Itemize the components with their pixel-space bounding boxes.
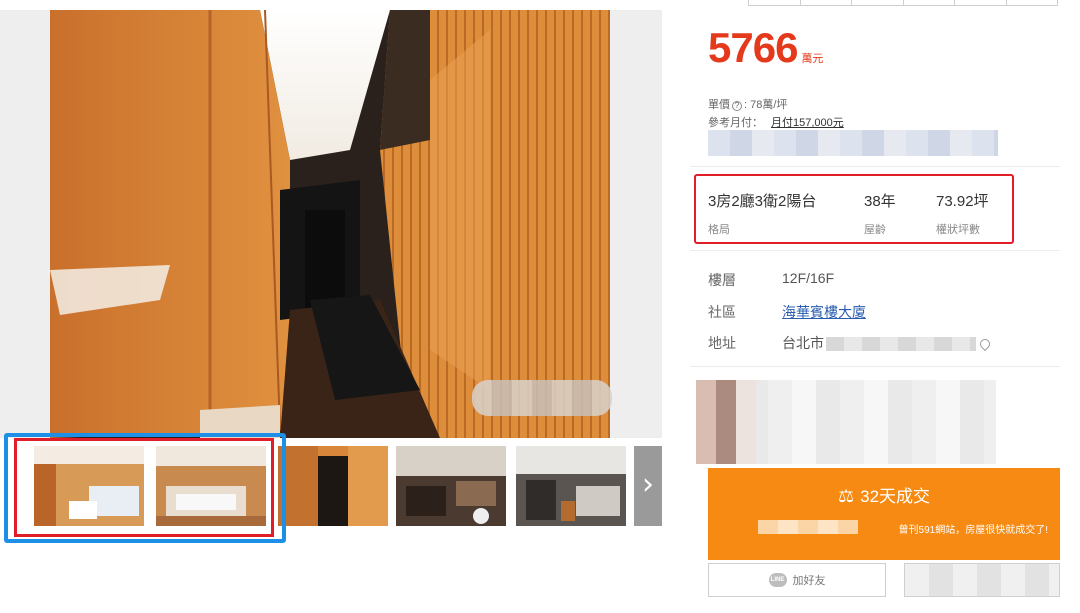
next-thumbnail-button[interactable]: › <box>634 446 662 526</box>
unit-price-value: : 78萬/坪 <box>744 99 788 111</box>
line-icon: LINE <box>768 573 787 587</box>
community-row: 社區 海華賓樓大廈 <box>708 302 866 322</box>
top-table-edge <box>748 0 1058 6</box>
community-label: 社區 <box>708 304 736 320</box>
floor-row: 樓層 12F/16F <box>708 270 834 290</box>
price-value: 5766 <box>708 24 798 71</box>
spec-label: 屋齡 <box>864 224 886 236</box>
help-icon[interactable]: ? <box>732 101 742 111</box>
community-link[interactable]: 海華賓樓大廈 <box>782 304 866 320</box>
spec-area: 73.92坪 權狀坪數 <box>936 190 989 237</box>
monthly-label: 參考月付： <box>708 117 763 129</box>
blurred-button[interactable] <box>904 563 1060 597</box>
monthly-payment: 參考月付： 月付157,000元 <box>708 114 844 130</box>
address-row: 地址 台北市 <box>708 333 993 353</box>
deal-subtitle-blur <box>758 520 858 534</box>
add-friend-label: 加好友 <box>792 575 826 587</box>
spec-value: 3房2廳3衛2陽台 <box>708 193 817 210</box>
address-blur <box>826 337 976 352</box>
floor-label: 樓層 <box>708 272 736 288</box>
deal-banner: ⚖ 32天成交 曾刊591網站，房屋很快就成交了! <box>708 468 1060 560</box>
listing-info-panel: 5766 萬元 單價?: 78萬/坪 參考月付： 月付157,000元 3房2廳3… <box>690 0 1080 613</box>
gavel-icon: ⚖ <box>837 486 855 507</box>
unit-price: 單價?: 78萬/坪 <box>708 96 787 112</box>
monthly-payment-link[interactable]: 月付157,000元 <box>771 117 844 129</box>
hallway-photo <box>50 10 610 438</box>
deal-subtitle: 曾刊591網站，房屋很快就成交了! <box>898 525 1048 536</box>
map-pin-icon[interactable] <box>977 337 993 352</box>
thumbnail-3[interactable] <box>278 446 388 526</box>
thumbnail-4[interactable] <box>396 446 506 526</box>
divider <box>690 366 1060 367</box>
spec-layout: 3房2廳3衛2陽台 格局 <box>708 190 816 237</box>
thumbnail-highlight-red <box>14 438 274 537</box>
agent-info-blur <box>696 380 996 464</box>
blurred-info <box>708 130 998 156</box>
deal-title: ⚖ 32天成交 <box>708 482 1060 507</box>
address-label: 地址 <box>708 335 736 351</box>
price: 5766 萬元 <box>708 24 823 72</box>
divider <box>690 250 1060 251</box>
divider <box>690 166 1060 167</box>
thumbnail-5[interactable] <box>516 446 626 526</box>
add-line-friend-button[interactable]: LINE 加好友 <box>708 563 886 597</box>
main-photo[interactable] <box>0 10 662 438</box>
deal-title-text: 32天成交 <box>860 487 931 506</box>
unit-price-label: 單價 <box>708 99 730 111</box>
price-unit: 萬元 <box>801 53 824 65</box>
spec-age: 38年 屋齡 <box>864 190 896 237</box>
spec-value: 38年 <box>864 193 896 210</box>
spec-label: 權狀坪數 <box>936 224 980 236</box>
floor-value: 12F/16F <box>782 270 835 286</box>
address-value: 台北市 <box>782 335 824 351</box>
photo-watermark-blur <box>472 380 612 416</box>
spec-value: 73.92坪 <box>936 193 989 210</box>
spec-label: 格局 <box>708 224 730 236</box>
